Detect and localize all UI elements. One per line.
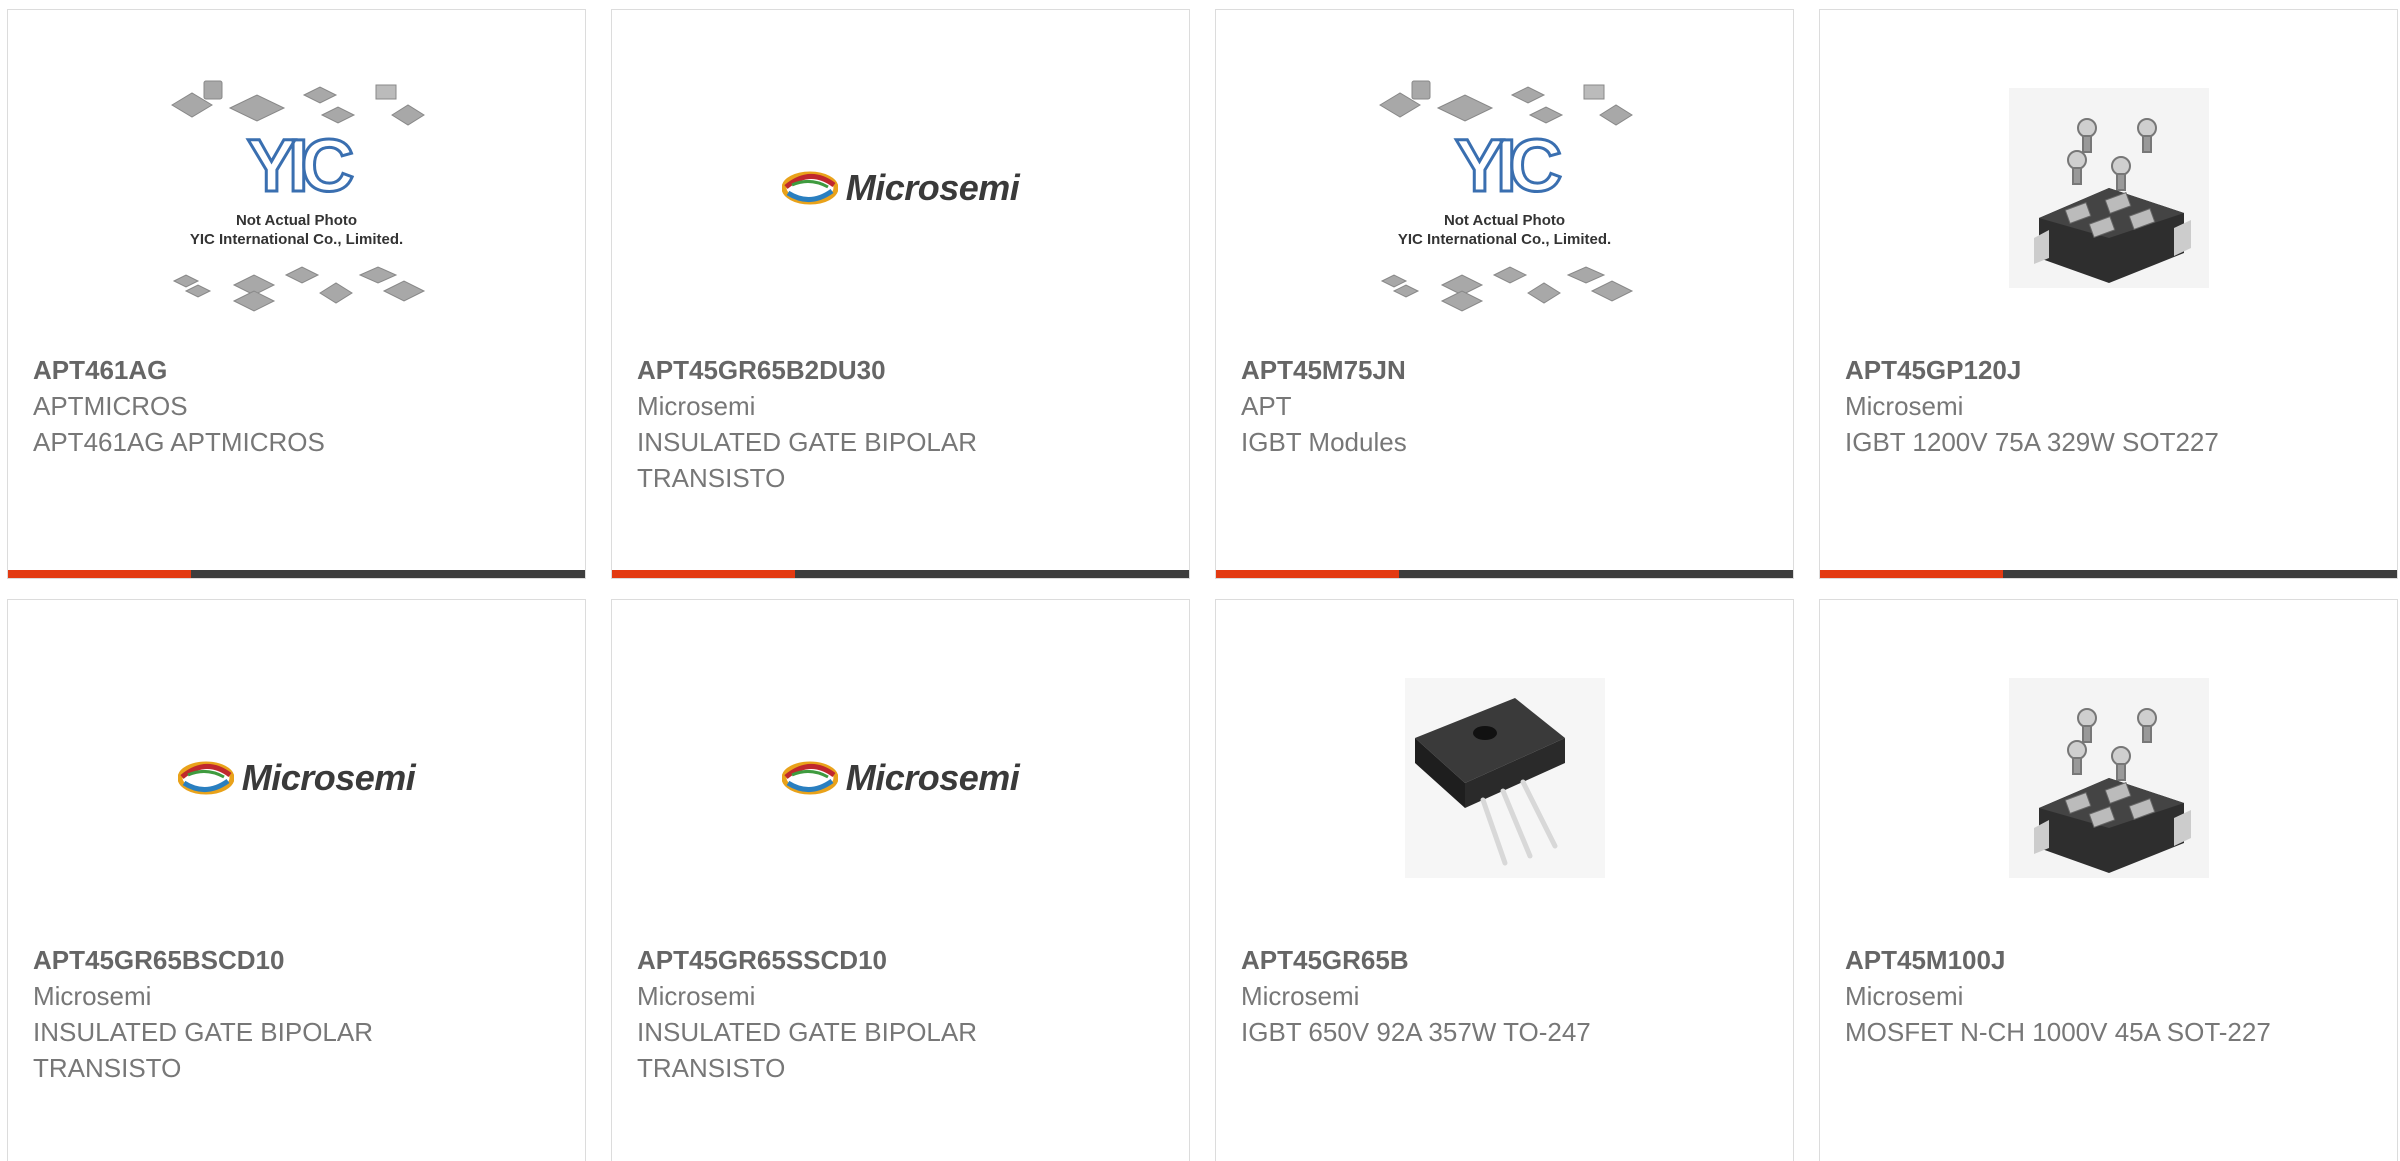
product-image[interactable] (1216, 628, 1793, 928)
product-image[interactable]: Microsemi (612, 628, 1189, 928)
product-card[interactable]: Microsemi APT45GR65BSCD10 Microsemi INSU… (7, 599, 586, 1161)
product-card[interactable]: YIC Not Actual Photo YIC International C… (7, 9, 586, 579)
card-footer-bar (612, 570, 1189, 578)
yic-logo-text: YIC (1453, 123, 1563, 209)
description: MOSFET N-CH 1000V 45A SOT-227 (1845, 1017, 2271, 1047)
description: INSULATED GATE BIPOLAR TRANSISTO (637, 1017, 978, 1083)
yic-placeholder-image: YIC Not Actual Photo YIC International C… (1370, 63, 1640, 313)
sot227-module-image (2008, 88, 2209, 288)
manufacturer: Microsemi (637, 391, 756, 421)
part-number[interactable]: APT45GP120J (1845, 352, 2317, 388)
product-image[interactable]: Microsemi (612, 38, 1189, 338)
product-card[interactable]: APT45GR65B Microsemi IGBT 650V 92A 357W … (1215, 599, 1794, 1161)
product-image[interactable]: Microsemi (8, 628, 585, 928)
placeholder-caption: Not Actual Photo YIC International Co., … (189, 212, 404, 248)
description: IGBT 1200V 75A 329W SOT227 (1845, 427, 2219, 457)
product-card[interactable]: Microsemi APT45GR65SSCD10 Microsemi INSU… (611, 599, 1190, 1161)
card-footer-bar (1216, 570, 1793, 578)
description: APT461AG APTMICROS (33, 427, 325, 457)
manufacturer: Microsemi (1845, 391, 1964, 421)
yic-logo-text: YIC (245, 123, 355, 209)
description: INSULATED GATE BIPOLAR TRANSISTO (33, 1017, 374, 1083)
part-number[interactable]: APT45M100J (1845, 942, 2317, 978)
placeholder-caption: Not Actual Photo YIC International Co., … (1397, 212, 1612, 248)
product-card[interactable]: YIC Not Actual Photo YIC International C… (1215, 9, 1794, 579)
part-number[interactable]: APT45GR65BSCD10 (33, 942, 505, 978)
manufacturer: Microsemi (1241, 981, 1360, 1011)
manufacturer: APTMICROS (33, 391, 188, 421)
product-card[interactable]: Microsemi APT45GR65B2DU30 Microsemi INSU… (611, 9, 1190, 579)
part-number[interactable]: APT45GR65B2DU30 (637, 352, 1109, 388)
microsemi-swirl-icon (781, 171, 838, 205)
part-number[interactable]: APT45GR65B (1241, 942, 1713, 978)
description: IGBT Modules (1241, 427, 1407, 457)
manufacturer: Microsemi (33, 981, 152, 1011)
description: INSULATED GATE BIPOLAR TRANSISTO (637, 427, 978, 493)
part-number[interactable]: APT461AG (33, 352, 505, 388)
manufacturer: Microsemi (637, 981, 756, 1011)
microsemi-logo: Microsemi (781, 167, 1020, 209)
manufacturer: Microsemi (1845, 981, 1964, 1011)
microsemi-swirl-icon (781, 761, 838, 795)
product-card[interactable]: APT45M100J Microsemi MOSFET N-CH 1000V 4… (1819, 599, 2398, 1161)
product-image[interactable] (1820, 38, 2397, 338)
product-image[interactable]: YIC Not Actual Photo YIC International C… (1216, 38, 1793, 338)
product-image[interactable]: YIC Not Actual Photo YIC International C… (8, 38, 585, 338)
description: IGBT 650V 92A 357W TO-247 (1241, 1017, 1591, 1047)
card-footer-bar (1820, 570, 2397, 578)
card-footer-bar (8, 570, 585, 578)
yic-placeholder-image: YIC Not Actual Photo YIC International C… (162, 63, 432, 313)
product-image[interactable] (1820, 628, 2397, 928)
part-number[interactable]: APT45GR65SSCD10 (637, 942, 1109, 978)
microsemi-logo: Microsemi (177, 757, 416, 799)
sot227-module-image (2008, 678, 2209, 878)
microsemi-logo: Microsemi (781, 757, 1020, 799)
part-number[interactable]: APT45M75JN (1241, 352, 1713, 388)
microsemi-swirl-icon (177, 761, 234, 795)
manufacturer: APT (1241, 391, 1292, 421)
product-card[interactable]: APT45GP120J Microsemi IGBT 1200V 75A 329… (1819, 9, 2398, 579)
to247-package-image (1404, 678, 1605, 878)
